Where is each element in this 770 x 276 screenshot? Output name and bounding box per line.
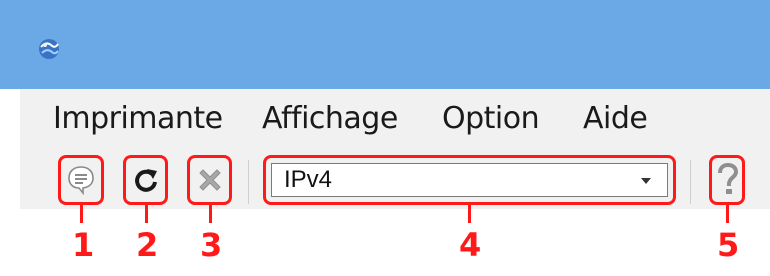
title-bar: [0, 0, 770, 89]
toolbar-separator: [690, 160, 691, 204]
cancel-button[interactable]: [187, 155, 232, 205]
callout-4: 4: [459, 226, 482, 264]
menu-imprimante[interactable]: Imprimante: [53, 101, 223, 136]
settings-speech-bubble-icon: [68, 166, 94, 195]
refresh-icon: [134, 169, 157, 192]
settings-button[interactable]: [58, 155, 104, 205]
app-globe-icon: [39, 39, 59, 59]
cancel-x-icon: [198, 169, 221, 191]
menu-bar: Imprimante Affichage Option Aide: [20, 97, 770, 147]
callout-leader: [726, 205, 729, 223]
help-question-icon: [718, 163, 739, 194]
refresh-button[interactable]: [123, 155, 168, 205]
chevron-down-icon[interactable]: [641, 178, 651, 184]
callout-leader: [145, 205, 148, 223]
callout-3: 3: [200, 226, 223, 264]
callout-1: 1: [72, 226, 95, 264]
toolbar-separator: [248, 160, 249, 204]
protocol-select-field[interactable]: IPv4: [271, 163, 668, 197]
callout-leader: [468, 205, 471, 223]
window-left-border: [0, 89, 20, 209]
help-button[interactable]: [709, 155, 745, 205]
callout-2: 2: [136, 226, 159, 264]
protocol-select[interactable]: IPv4: [263, 155, 676, 205]
protocol-select-value: IPv4: [284, 166, 333, 193]
callout-5: 5: [717, 226, 740, 264]
callout-leader: [80, 205, 83, 223]
menu-affichage[interactable]: Affichage: [262, 101, 398, 136]
menu-aide[interactable]: Aide: [583, 101, 648, 136]
callout-leader: [209, 205, 212, 223]
menu-option[interactable]: Option: [442, 101, 540, 136]
